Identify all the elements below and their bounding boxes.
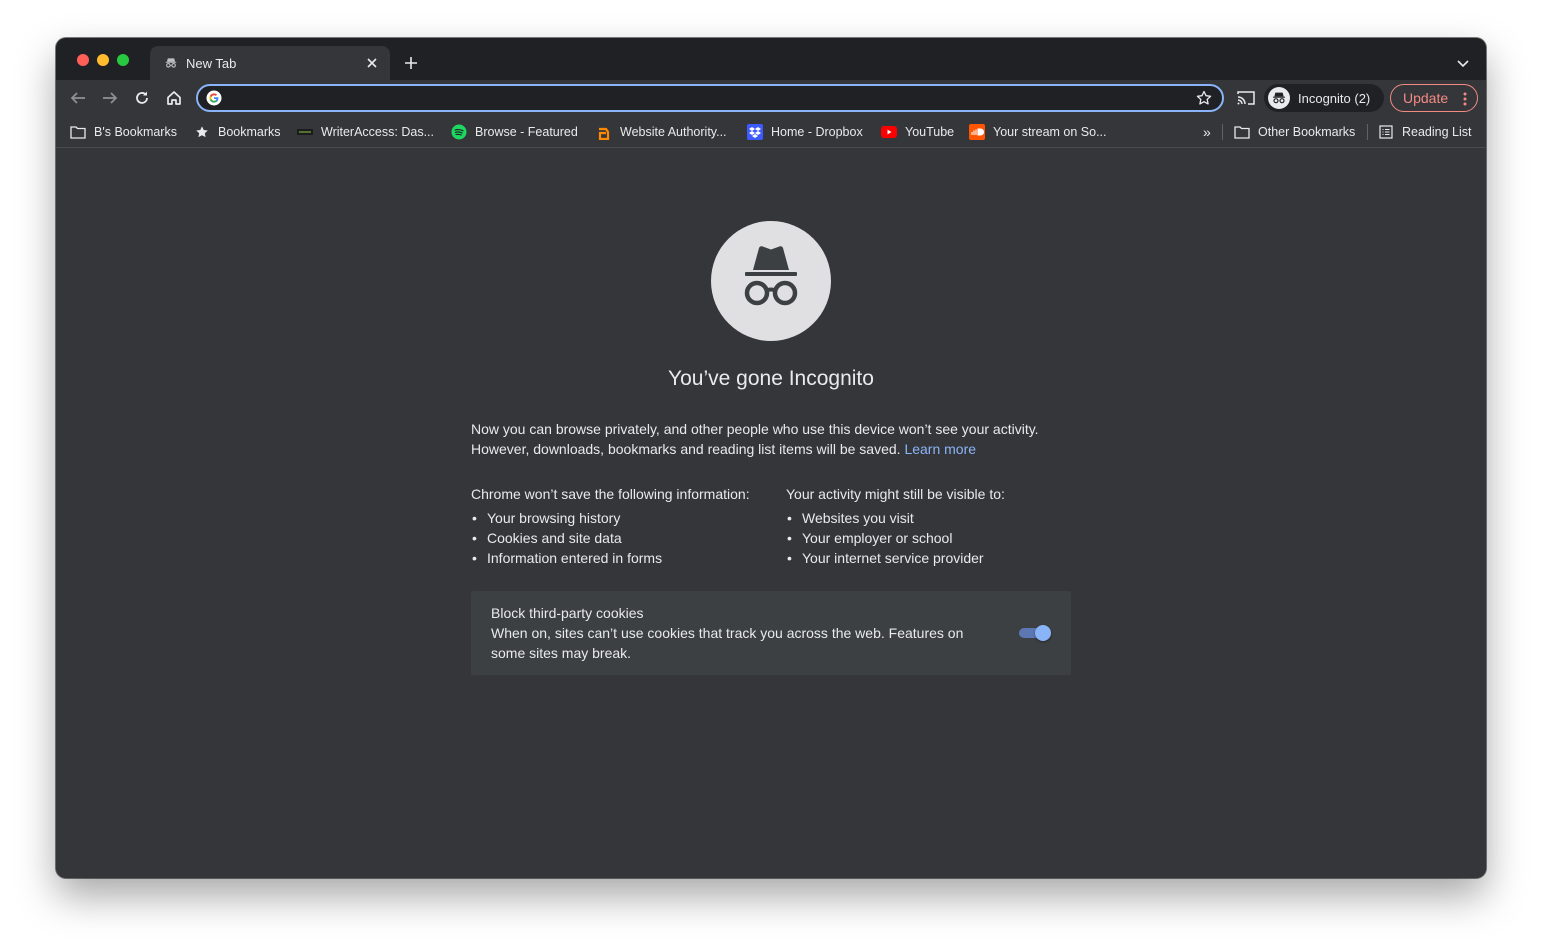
block-cookies-toggle[interactable] bbox=[1019, 625, 1051, 641]
bookmark-spotify-browse-featured[interactable]: Browse - Featured bbox=[451, 123, 578, 141]
toggle-knob bbox=[1035, 625, 1051, 641]
tab-search-chevron-icon[interactable] bbox=[1456, 56, 1470, 68]
minimize-window-button[interactable] bbox=[97, 54, 109, 66]
still-visible-column: Your activity might still be visible to:… bbox=[786, 484, 1086, 568]
incognito-avatar-icon bbox=[1268, 87, 1290, 109]
still-visible-list: Websites you visit Your employer or scho… bbox=[786, 508, 1086, 568]
list-item: Your employer or school bbox=[786, 528, 1086, 548]
not-saved-list: Your browsing history Cookies and site d… bbox=[471, 508, 771, 568]
profile-label: Incognito (2) bbox=[1298, 90, 1371, 106]
page-title: You’ve gone Incognito bbox=[668, 367, 874, 390]
third-party-cookies-card: Block third-party cookies When on, sites… bbox=[471, 591, 1071, 675]
dropbox-icon bbox=[747, 124, 763, 140]
bookmark-website-authority[interactable]: Website Authority... bbox=[596, 123, 727, 141]
incognito-logo-icon bbox=[711, 221, 831, 341]
star-icon bbox=[194, 124, 210, 140]
google-g-icon bbox=[206, 90, 222, 106]
list-item: Websites you visit bbox=[786, 508, 1086, 528]
list-item: Your browsing history bbox=[471, 508, 771, 528]
bookmark-star-icon[interactable] bbox=[1196, 90, 1212, 106]
learn-more-link[interactable]: Learn more bbox=[904, 441, 976, 457]
cookie-card-description: When on, sites can’t use cookies that tr… bbox=[491, 625, 964, 661]
intro-line-1: Now you can browse privately, and other … bbox=[471, 421, 1039, 437]
address-bar[interactable] bbox=[196, 84, 1224, 112]
incognito-profile-button[interactable]: Incognito (2) bbox=[1264, 84, 1384, 112]
list-item: Your internet service provider bbox=[786, 548, 1086, 568]
ahrefs-icon bbox=[596, 124, 612, 140]
bookmark-bookmarks[interactable]: Bookmarks bbox=[194, 123, 281, 141]
writeraccess-icon bbox=[297, 124, 313, 140]
soundcloud-icon bbox=[969, 124, 985, 140]
folder-icon bbox=[1234, 124, 1250, 140]
close-window-button[interactable] bbox=[77, 54, 89, 66]
bookmark-home-dropbox[interactable]: Home - Dropbox bbox=[747, 123, 863, 141]
list-item: Cookies and site data bbox=[471, 528, 771, 548]
still-visible-heading: Your activity might still be visible to: bbox=[786, 486, 1005, 502]
reading-list-icon bbox=[1378, 124, 1394, 140]
tab-title: New Tab bbox=[186, 55, 237, 71]
bookmark-writeraccess[interactable]: WriterAccess: Das... bbox=[297, 123, 434, 141]
bookmarks-separator bbox=[1367, 124, 1368, 140]
bookmark-bs-bookmarks[interactable]: B's Bookmarks bbox=[70, 123, 177, 141]
forward-arrow-icon[interactable] bbox=[100, 88, 120, 108]
intro-line-2: However, downloads, bookmarks and readin… bbox=[471, 441, 977, 457]
folder-icon bbox=[70, 124, 86, 140]
bookmark-soundcloud-stream[interactable]: Your stream on So... bbox=[969, 123, 1107, 141]
tab-new-tab[interactable]: New Tab bbox=[150, 46, 390, 80]
bookmark-other-bookmarks[interactable]: Other Bookmarks bbox=[1234, 123, 1355, 141]
list-item: Information entered in forms bbox=[471, 548, 771, 568]
bookmark-youtube[interactable]: YouTube bbox=[881, 123, 954, 141]
incognito-intro: Now you can browse privately, and other … bbox=[471, 419, 1071, 459]
update-label: Update bbox=[1403, 90, 1449, 106]
bookmarks-separator bbox=[1222, 124, 1223, 140]
reading-list-button[interactable]: Reading List bbox=[1378, 123, 1472, 141]
incognito-tab-icon bbox=[164, 56, 178, 70]
browser-window: New Tab Incognito (2) Update B's Bookmar… bbox=[56, 38, 1486, 878]
bookmarks-overflow-chevron[interactable]: » bbox=[1203, 123, 1211, 141]
toolbar: Incognito (2) Update bbox=[56, 80, 1486, 116]
incognito-ntp: You’ve gone Incognito Now you can browse… bbox=[56, 149, 1486, 878]
spotify-icon bbox=[451, 124, 467, 140]
new-tab-plus-icon[interactable] bbox=[402, 54, 420, 72]
cast-icon[interactable] bbox=[1236, 89, 1256, 107]
not-saved-heading: Chrome won’t save the following informat… bbox=[471, 486, 750, 502]
maximize-window-button[interactable] bbox=[117, 54, 129, 66]
close-tab-icon[interactable] bbox=[364, 55, 380, 71]
home-icon[interactable] bbox=[164, 88, 184, 108]
cookie-card-title: Block third-party cookies bbox=[491, 605, 644, 621]
kebab-menu-icon[interactable] bbox=[1463, 92, 1467, 106]
back-arrow-icon[interactable] bbox=[68, 88, 88, 108]
bookmarks-bar: B's Bookmarks Bookmarks WriterAccess: Da… bbox=[56, 116, 1486, 148]
youtube-icon bbox=[881, 124, 897, 140]
omnibox-input[interactable] bbox=[228, 90, 1196, 106]
tab-strip: New Tab bbox=[56, 38, 1486, 80]
not-saved-column: Chrome won’t save the following informat… bbox=[471, 484, 771, 568]
reload-icon[interactable] bbox=[132, 88, 152, 108]
update-button[interactable]: Update bbox=[1390, 84, 1478, 112]
